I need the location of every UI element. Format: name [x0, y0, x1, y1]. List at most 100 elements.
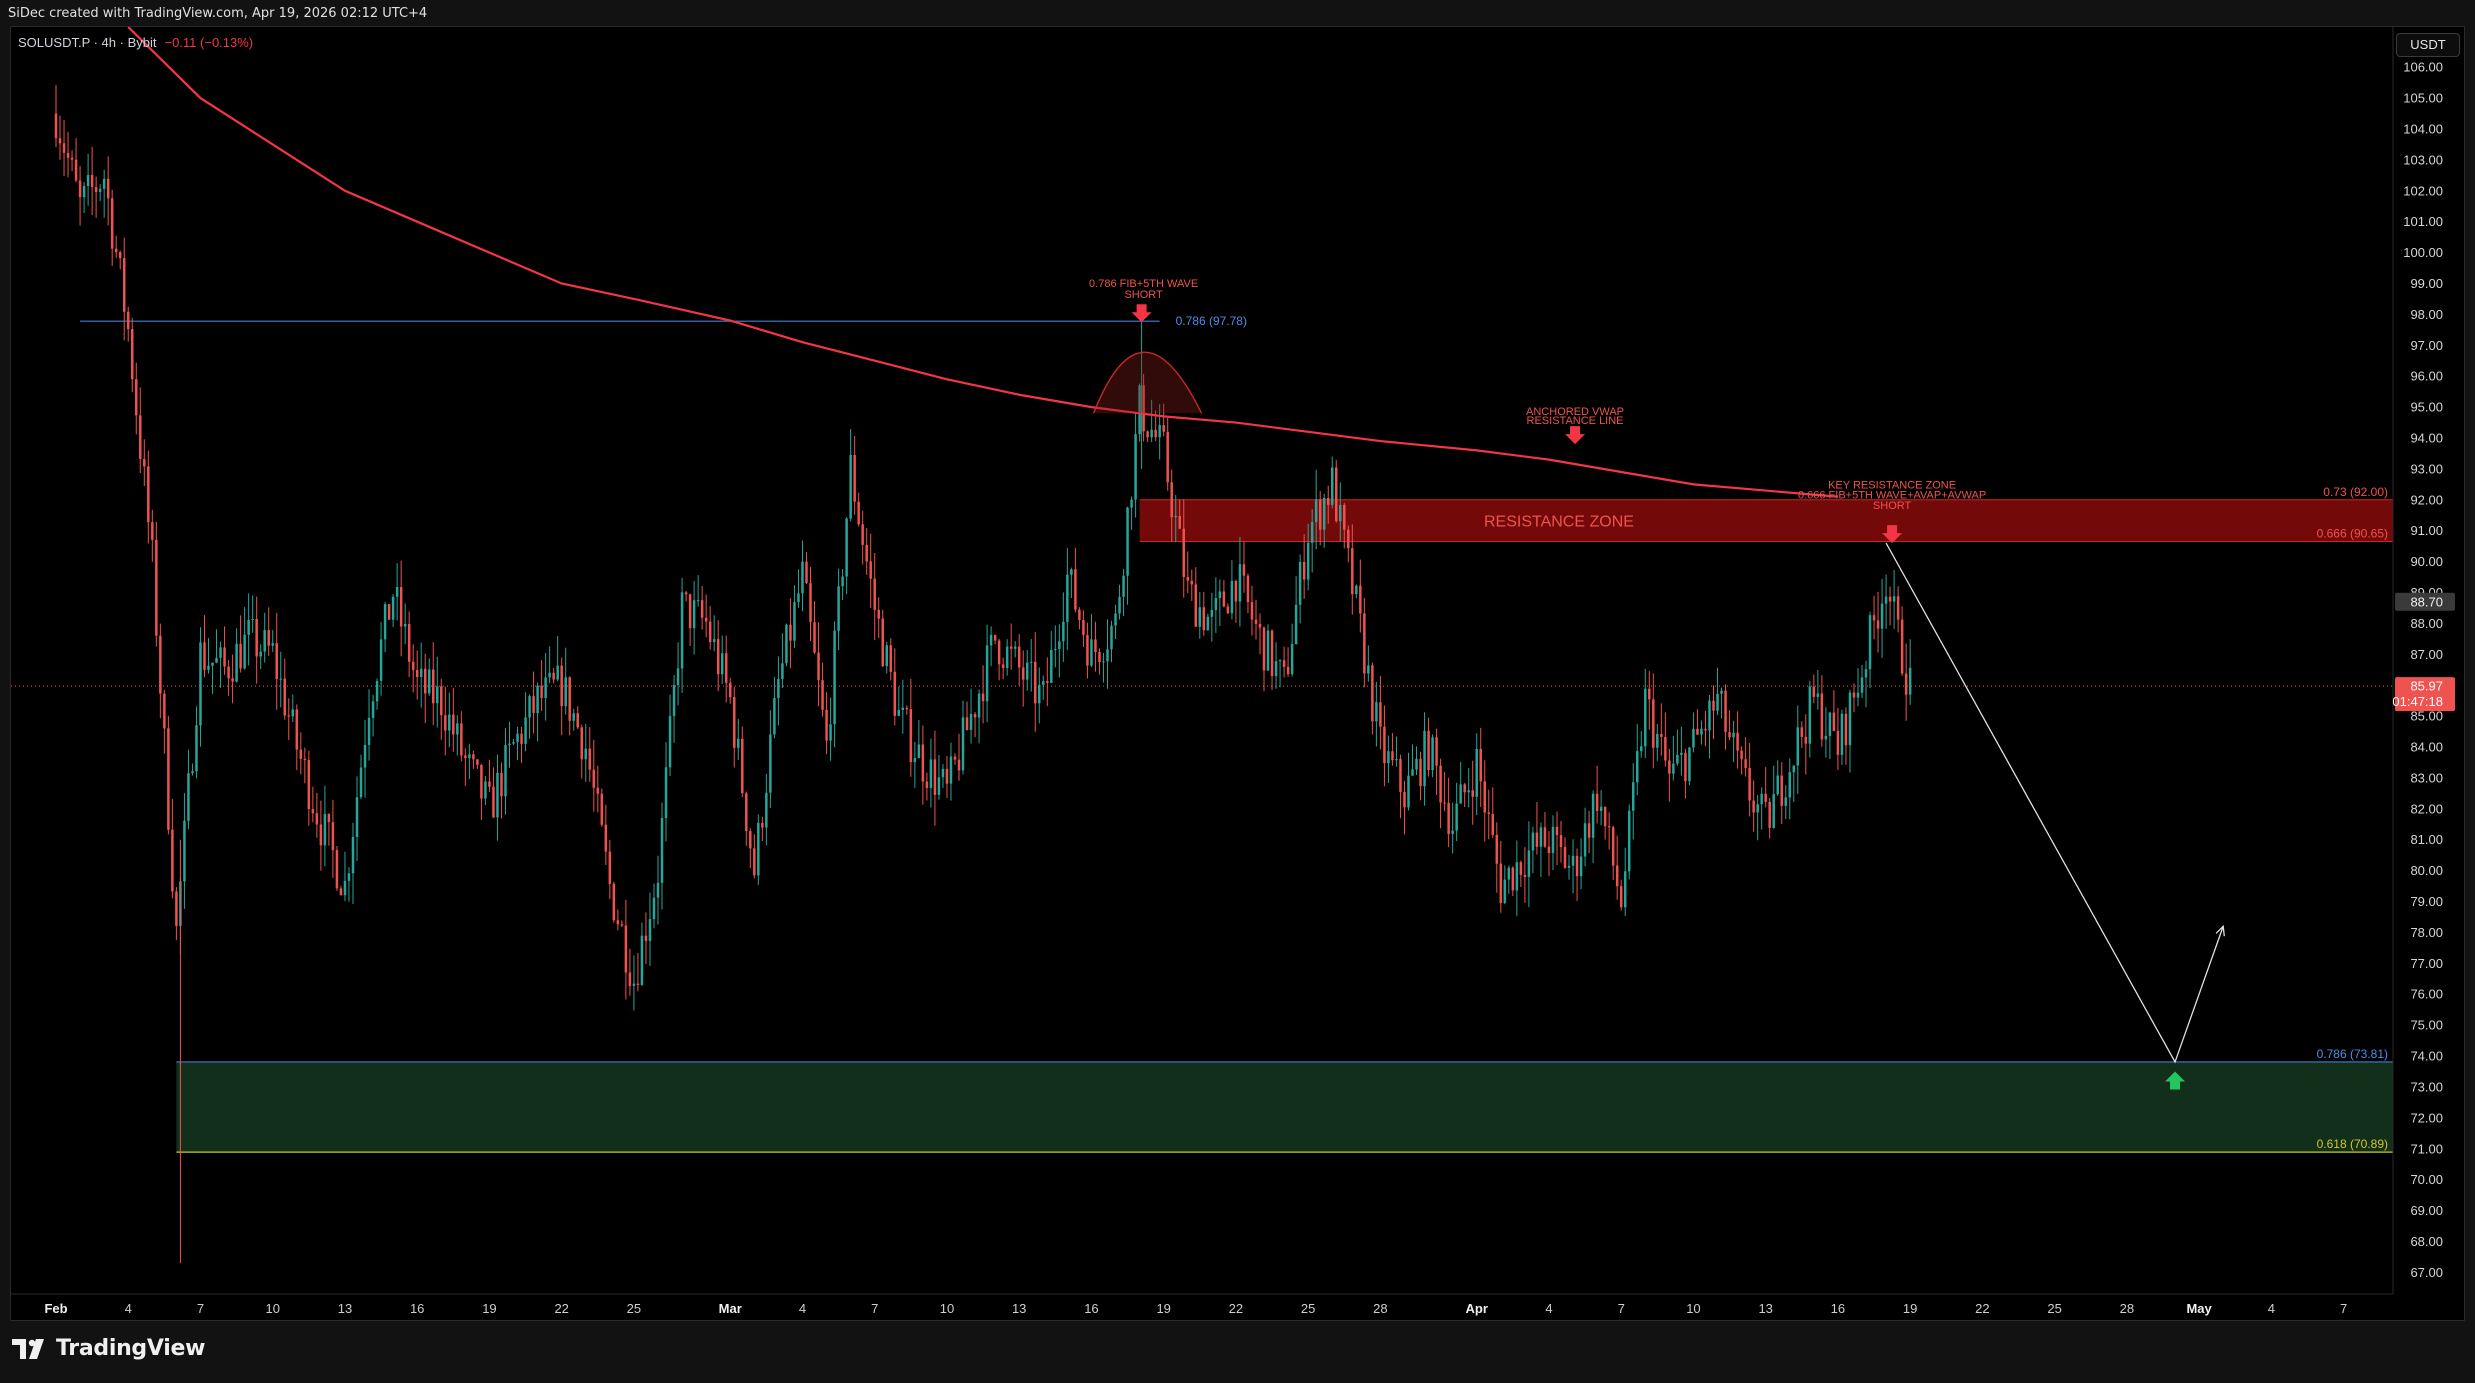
candle-body — [869, 561, 872, 579]
price-tick-label: 106.00 — [2403, 60, 2443, 75]
candle-body — [737, 738, 740, 748]
candle-body — [765, 792, 768, 828]
candle-body — [387, 604, 391, 620]
candle-body — [532, 696, 535, 714]
time-tick-label: 7 — [1618, 1301, 1625, 1316]
candle-body — [1046, 681, 1049, 683]
price-tick-label: 88.00 — [2410, 616, 2443, 631]
time-axis[interactable]: Feb 4 7 10 13 16 19 22 25 Mar 4 7 10 13 16 19 22 25 28 Apr 4… — [11, 1293, 2393, 1316]
candle-body — [110, 198, 114, 249]
candle-body — [981, 693, 985, 702]
vwap-label: RESISTANCE LINE — [1527, 415, 1624, 427]
candle-body — [512, 742, 515, 744]
tradingview-logo-icon — [12, 1338, 44, 1359]
candle-body — [1543, 827, 1547, 847]
price-marker-label: 88.70 — [2410, 594, 2443, 609]
candle-body — [351, 836, 355, 874]
candle-body — [1599, 806, 1603, 811]
symbol-ticker[interactable]: SOLUSDT.P · 4h · Bybit — [18, 35, 156, 50]
time-tick-label: 28 — [1373, 1301, 1387, 1316]
candle-body — [1098, 651, 1101, 663]
candle-body — [1852, 692, 1856, 698]
candle-body — [1764, 793, 1767, 802]
time-tick-label: 22 — [554, 1301, 568, 1316]
candle-body — [303, 758, 307, 761]
candle-body — [1214, 598, 1218, 611]
candle-body — [1375, 702, 1378, 722]
candle-body — [1001, 664, 1005, 668]
candle-body — [1110, 625, 1113, 650]
candle-body — [251, 618, 254, 620]
price-axis[interactable]: 106.00 105.00 104.00 103.00 102.00 101.00 100.… — [2392, 27, 2455, 1294]
time-tick-label: 4 — [799, 1301, 806, 1316]
candle-body — [749, 831, 752, 849]
candle-body — [1306, 542, 1310, 580]
candle-body — [1736, 732, 1739, 751]
candle-body — [933, 759, 937, 795]
candle-body — [1330, 467, 1334, 505]
price-tick-label: 99.00 — [2410, 276, 2443, 291]
candle-body — [817, 652, 820, 681]
candle-body — [1832, 712, 1836, 732]
currency-button[interactable]: USDT — [2396, 33, 2460, 57]
time-tick-label: 7 — [2340, 1301, 2347, 1316]
candle-body — [1154, 429, 1157, 438]
candle-body — [1054, 648, 1057, 650]
annotations: 0.786 FIB+5TH WAVESHORT0.786 (97.78)ANCH… — [1089, 278, 2388, 1151]
candle-body — [1559, 835, 1563, 848]
candle-body — [1904, 673, 1908, 695]
price-chart[interactable]: 0.786 FIB+5TH WAVESHORT0.786 (97.78)ANCH… — [0, 0, 2475, 1322]
candle-body — [259, 651, 262, 657]
candle-body — [845, 518, 848, 577]
candle-body — [733, 697, 736, 748]
time-tick-label: May — [2186, 1301, 2212, 1316]
candle-body — [604, 824, 608, 852]
candle-body — [243, 634, 246, 669]
tradingview-logo-text: TradingView — [56, 1336, 206, 1361]
candle-body — [1025, 662, 1029, 680]
candle-body — [1607, 826, 1611, 828]
candle-body — [620, 924, 624, 926]
candle-body — [496, 772, 499, 818]
candle-body — [203, 642, 206, 670]
candle-body — [231, 678, 234, 682]
time-tick-label: Feb — [44, 1301, 67, 1316]
tradingview-logo[interactable]: TradingView — [12, 1336, 205, 1361]
candle-body — [861, 524, 864, 545]
candle-body — [969, 714, 973, 731]
candle-body — [1676, 754, 1679, 764]
level-0666-label: 0.666 (90.65) — [2317, 527, 2388, 541]
candle-body — [1724, 690, 1727, 733]
candle-body — [1302, 561, 1306, 580]
price-tick-label: 84.00 — [2410, 740, 2443, 755]
price-tick-label: 100.00 — [2403, 245, 2443, 260]
candle-body — [965, 717, 969, 731]
candle-body — [1623, 871, 1627, 908]
candle-body — [1367, 665, 1370, 674]
candle-body — [833, 630, 836, 725]
candle-body — [1896, 596, 1900, 620]
candle-body — [1326, 497, 1330, 505]
candle-body — [628, 972, 632, 986]
candle-body — [720, 653, 724, 675]
price-tick-label: 102.00 — [2403, 183, 2443, 198]
candle-body — [1226, 606, 1230, 614]
candle-body — [1379, 702, 1382, 727]
candle-body — [448, 714, 451, 731]
candle-body — [1740, 750, 1743, 760]
candle-body — [576, 713, 579, 728]
candle-body — [712, 639, 716, 643]
candle-body — [267, 630, 270, 646]
candle-body — [1752, 800, 1755, 813]
time-tick-label: 4 — [125, 1301, 132, 1316]
candle-body — [363, 744, 367, 768]
candle-body — [977, 693, 981, 718]
candle-body — [1403, 791, 1406, 808]
candle-body — [1820, 693, 1824, 740]
candle-body — [1150, 429, 1153, 438]
time-tick-label: 25 — [1301, 1301, 1315, 1316]
candle-body — [1483, 781, 1486, 813]
fib-short-label: SHORT — [1124, 289, 1163, 301]
candle-body — [500, 772, 503, 797]
time-tick-label: 16 — [1831, 1301, 1845, 1316]
